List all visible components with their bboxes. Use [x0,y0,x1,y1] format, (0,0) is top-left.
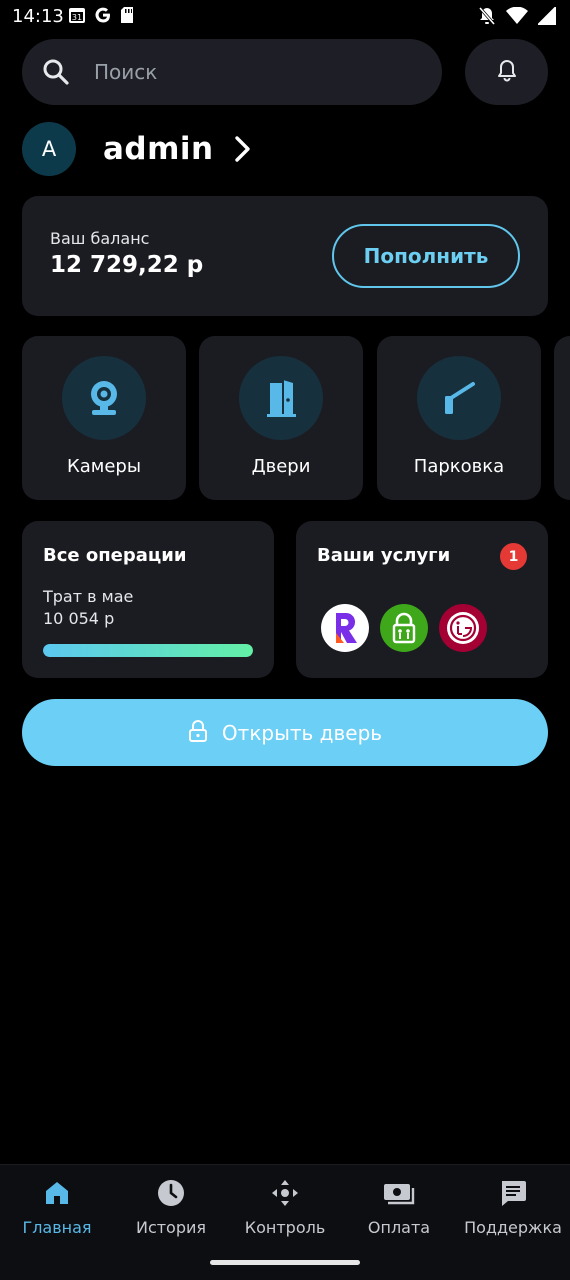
nav-label: Контроль [244,1218,326,1237]
clock-icon [157,1178,185,1208]
nav-item-payment[interactable]: Оплата [342,1165,456,1245]
nav-item-support[interactable]: Поддержка [456,1165,570,1245]
search-icon [42,58,70,90]
avatar: A [22,122,76,176]
balance-value: 12 729,22 р [50,252,204,278]
profile-name: admin [103,131,214,167]
topup-button[interactable]: Пополнить [332,224,520,288]
bell-off-icon [478,6,496,30]
tile-label: Парковка [413,456,505,477]
nav-label: Главная [22,1218,92,1237]
nav-item-home[interactable]: Главная [0,1165,114,1245]
wifi-icon [506,6,528,29]
tile-cameras[interactable]: Камеры [22,336,186,500]
spending-progress-bar [43,644,253,657]
home-icon [44,1178,70,1208]
services-title: Ваши услуги [317,545,451,566]
status-right-icons [478,5,556,30]
svg-text:31: 31 [72,13,82,22]
balance-label: Ваш баланс [50,229,150,248]
services-card[interactable]: Ваши услуги 1 [296,521,548,678]
nav-label: Оплата [367,1218,431,1237]
tile-label: Двери [251,456,311,477]
nav-label: Поддержка [464,1218,562,1237]
status-bar: 14:13 31 [0,0,570,34]
chat-icon [499,1178,527,1208]
status-left-icons: 31 [68,6,134,28]
door-icon [239,356,323,440]
open-door-button[interactable]: Открыть дверь [22,699,548,766]
profile-row[interactable]: A admin [22,121,252,177]
nav-item-control[interactable]: Контроль [228,1165,342,1245]
home-indicator [210,1260,360,1265]
lg-logo[interactable] [439,604,487,652]
barrier-icon [417,356,501,440]
notifications-button[interactable] [465,39,548,105]
tile-label: Камеры [66,456,142,477]
status-time: 14:13 [12,6,64,27]
signal-icon [536,5,556,29]
tile-more[interactable] [554,336,570,500]
balance-card: Ваш баланс 12 729,22 р Пополнить [22,196,548,316]
operations-subtitle: Трат в мае [43,587,134,606]
nav-item-history[interactable]: История [114,1165,228,1245]
move-icon [271,1178,299,1208]
spending-progress-fill [43,644,253,657]
lock-app-logo[interactable] [380,604,428,652]
tile-parking[interactable]: Парковка [377,336,541,500]
calendar-icon: 31 [68,6,86,28]
chevron-right-icon [234,135,252,163]
operations-value: 10 054 р [43,609,115,628]
operations-card[interactable]: Все операции Трат в мае 10 054 р [22,521,274,678]
payment-icon [383,1178,415,1208]
services-badge: 1 [500,543,527,570]
camera-icon [62,356,146,440]
rostelecom-logo[interactable] [321,604,369,652]
search-bar[interactable] [22,39,442,105]
google-icon [94,6,112,28]
sd-card-icon [120,6,134,28]
tile-doors[interactable]: Двери [199,336,363,500]
operations-title: Все операции [43,545,187,566]
search-input[interactable] [94,57,424,87]
bell-icon [496,58,518,86]
open-door-label: Открыть дверь [221,720,383,745]
nav-label: История [135,1218,207,1237]
lock-icon [188,720,208,745]
